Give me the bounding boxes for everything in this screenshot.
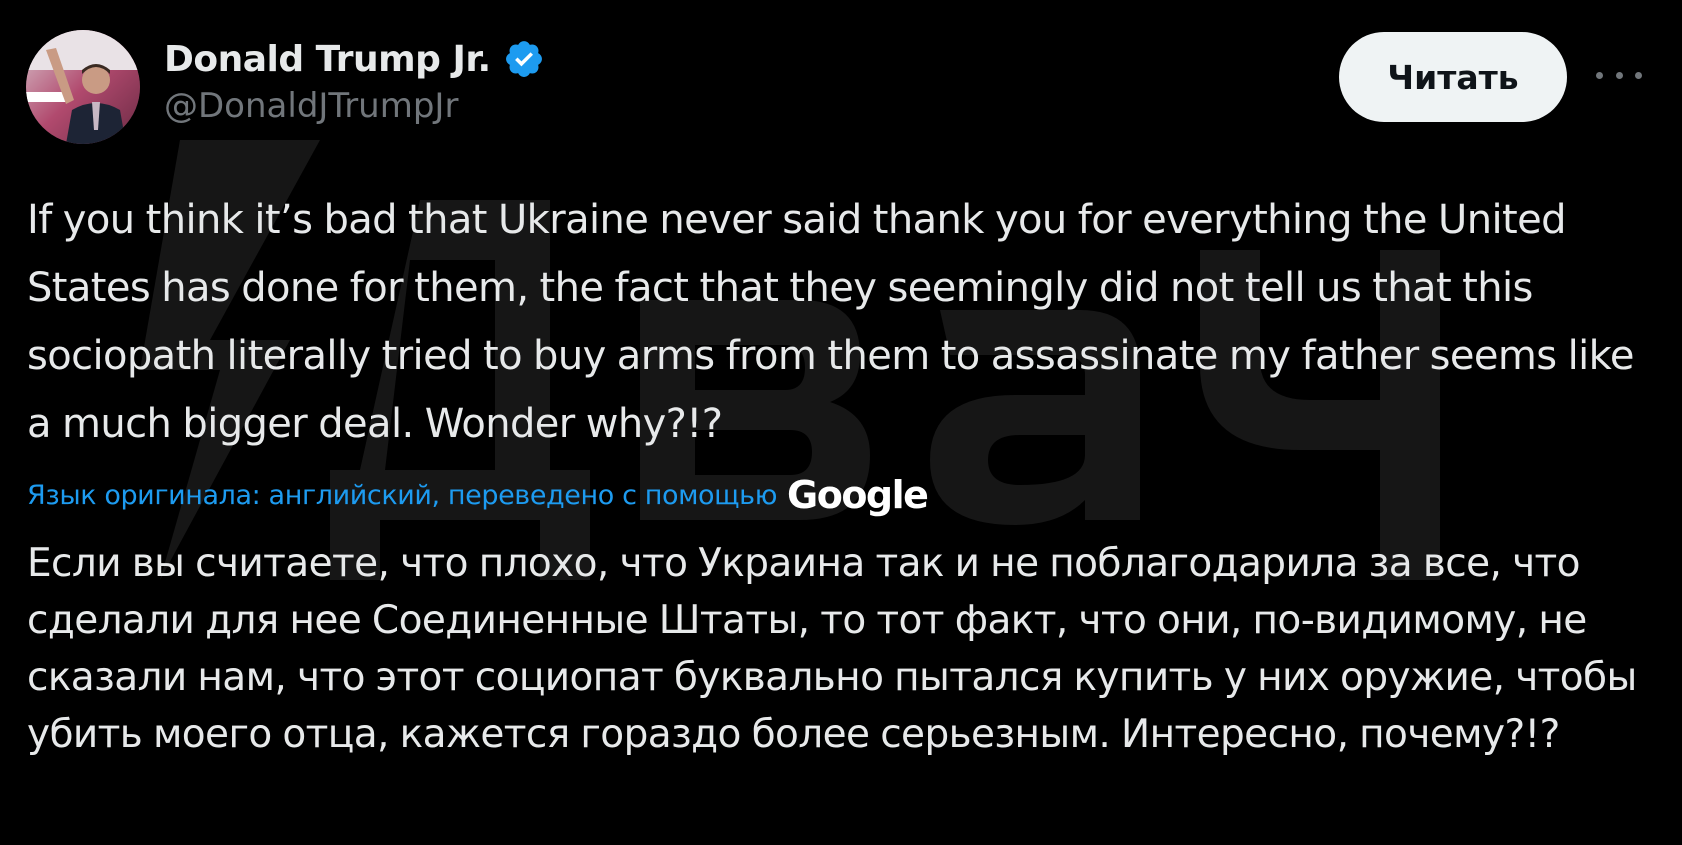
- more-dot: [1635, 71, 1642, 79]
- follow-button[interactable]: Читать: [1339, 32, 1567, 122]
- author-identity: Donald Trump Jr. @DonaldJTrumpJr: [164, 36, 545, 126]
- more-dot: [1615, 71, 1623, 79]
- translation-label[interactable]: Язык оригинала: английский, переведено с…: [27, 480, 777, 511]
- translation-attribution: Язык оригинала: английский, переведено с…: [27, 470, 929, 520]
- tweet-text: If you think it’s bad that Ukraine never…: [27, 197, 1634, 447]
- more-dot: [1596, 71, 1603, 79]
- display-name-row: Donald Trump Jr.: [164, 36, 545, 82]
- author-handle[interactable]: @DonaldJTrumpJr: [164, 86, 545, 126]
- avatar[interactable]: [26, 30, 140, 144]
- translated-text: Если вы считаете, что плохо, что Украина…: [27, 541, 1637, 757]
- tweet-header: Donald Trump Jr. @DonaldJTrumpJr Читать: [26, 30, 1656, 144]
- verified-badge-icon: [505, 41, 542, 77]
- more-horizontal-icon[interactable]: [1596, 60, 1642, 90]
- google-logo-icon: Google: [787, 473, 929, 517]
- avatar-image-icon: [26, 30, 140, 144]
- display-name[interactable]: Donald Trump Jr.: [164, 39, 491, 80]
